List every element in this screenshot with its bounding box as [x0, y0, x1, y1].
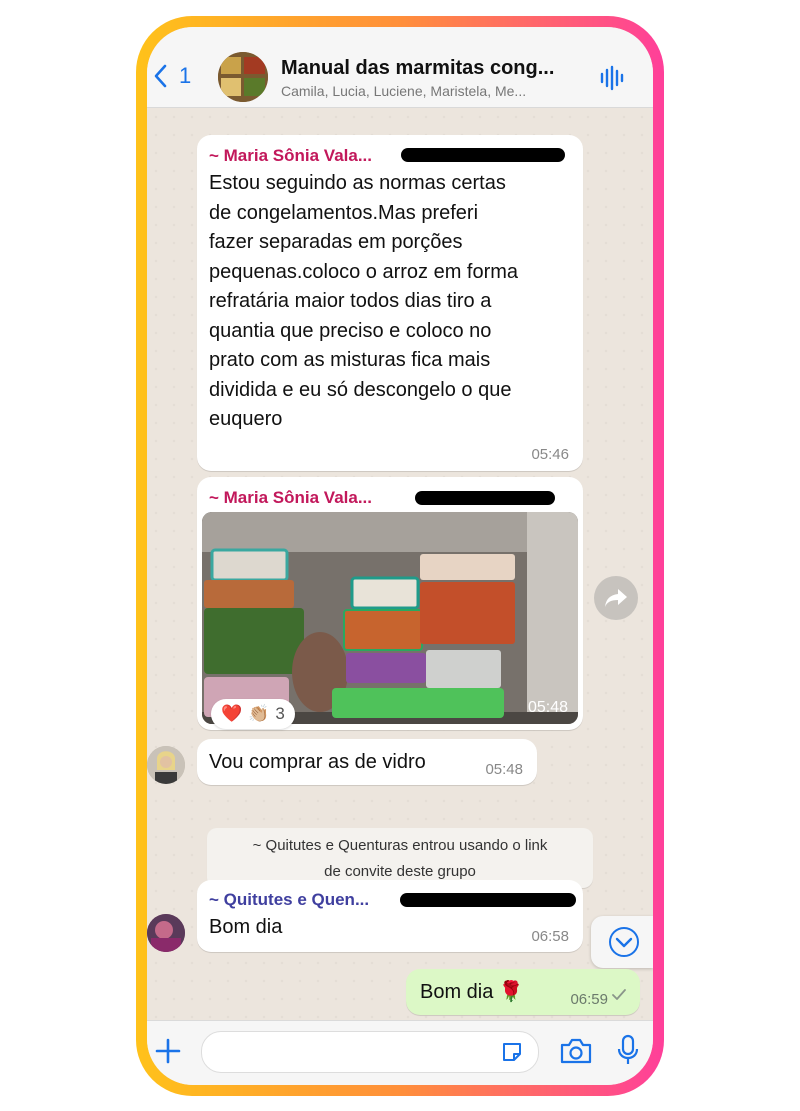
- input-bar: [147, 1020, 653, 1085]
- message-image[interactable]: 05:48: [202, 512, 578, 724]
- message-line: prato com as misturas fica mais: [209, 349, 491, 371]
- scroll-down-button[interactable]: [591, 916, 653, 968]
- message-line: refratária maior todos dias tiro a: [209, 290, 492, 312]
- avatar[interactable]: [147, 746, 185, 784]
- message-time: 05:46: [531, 446, 569, 463]
- back-button[interactable]: 1: [153, 63, 191, 89]
- message-line: dividida e eu só descongelo o que: [209, 378, 512, 401]
- avatar[interactable]: [147, 914, 185, 952]
- message-line: de congelamentos.Mas preferi: [209, 201, 479, 224]
- chat-screen: 1 Manual das marmitas cong... Camila, Lu…: [147, 27, 653, 1085]
- unread-count: 1: [179, 63, 192, 88]
- message-time: 06:59: [570, 991, 608, 1008]
- outgoing-message-bubble[interactable]: Bom dia 🌹 06:59: [406, 969, 640, 1015]
- redacted-phone: [400, 893, 576, 907]
- microphone-icon[interactable]: [617, 1034, 639, 1071]
- chat-area[interactable]: ~ Maria Sônia Vala... Estou seguindo as …: [147, 108, 653, 1020]
- reaction-count: 3: [275, 704, 285, 723]
- group-avatar[interactable]: [218, 52, 268, 102]
- message-line: quantia que preciso e coloco no: [209, 319, 492, 342]
- message-text: Estou seguindo as normas certas de conge…: [209, 169, 579, 435]
- freezer-photo: [202, 512, 578, 724]
- forward-share-icon[interactable]: [594, 576, 638, 620]
- heart-emoji: ❤️: [221, 704, 243, 723]
- image-time: 05:48: [527, 699, 568, 716]
- group-title[interactable]: Manual das marmitas cong...: [281, 57, 554, 80]
- redacted-phone: [415, 491, 555, 505]
- clap-emoji: 👏🏼: [248, 704, 270, 723]
- sticker-icon[interactable]: [500, 1040, 524, 1069]
- system-message: ~ Quitutes e Quenturas entrou usando o l…: [207, 828, 593, 888]
- sender-name[interactable]: ~ Quitutes e Quen...: [209, 890, 369, 910]
- message-text: Bom dia: [209, 916, 283, 938]
- message-input[interactable]: [201, 1031, 539, 1073]
- message-bubble[interactable]: ~ Maria Sônia Vala... Estou seguindo as …: [197, 135, 583, 471]
- message-time: 05:48: [485, 761, 523, 778]
- sender-name[interactable]: ~ Maria Sônia Vala...: [209, 488, 372, 508]
- reactions[interactable]: ❤️ 👏🏼 3: [211, 699, 295, 729]
- message-bubble[interactable]: Vou comprar as de vidro 05:48: [197, 739, 537, 785]
- image-message-bubble[interactable]: ~ Maria Sônia Vala... 05:48: [197, 477, 583, 730]
- message-line: fazer separadas em porções: [209, 231, 463, 253]
- message-line: pequenas.coloco o arroz em forma: [209, 260, 519, 283]
- message-time: 06:58: [531, 928, 569, 945]
- message-text: Bom dia 🌹: [420, 981, 524, 1003]
- chevron-down-circle-icon: [608, 926, 640, 963]
- waveform-icon[interactable]: [599, 65, 627, 96]
- plus-icon[interactable]: [154, 1037, 182, 1070]
- chat-header: 1 Manual das marmitas cong... Camila, Lu…: [147, 27, 653, 108]
- group-members[interactable]: Camila, Lucia, Luciene, Maristela, Me...: [281, 83, 526, 99]
- system-line: ~ Quitutes e Quenturas entrou usando o l…: [252, 837, 548, 854]
- message-line: euquero: [209, 408, 283, 430]
- sender-name[interactable]: ~ Maria Sônia Vala...: [209, 146, 372, 166]
- camera-icon[interactable]: [559, 1037, 593, 1070]
- message-line: Estou seguindo as normas certas: [209, 172, 506, 194]
- check-icon: [612, 987, 626, 1005]
- message-bubble[interactable]: ~ Quitutes e Quen... Bom dia 06:58: [197, 880, 583, 952]
- chevron-left-icon: [153, 64, 167, 88]
- message-text: Vou comprar as de vidro: [209, 751, 426, 773]
- redacted-phone: [401, 148, 565, 162]
